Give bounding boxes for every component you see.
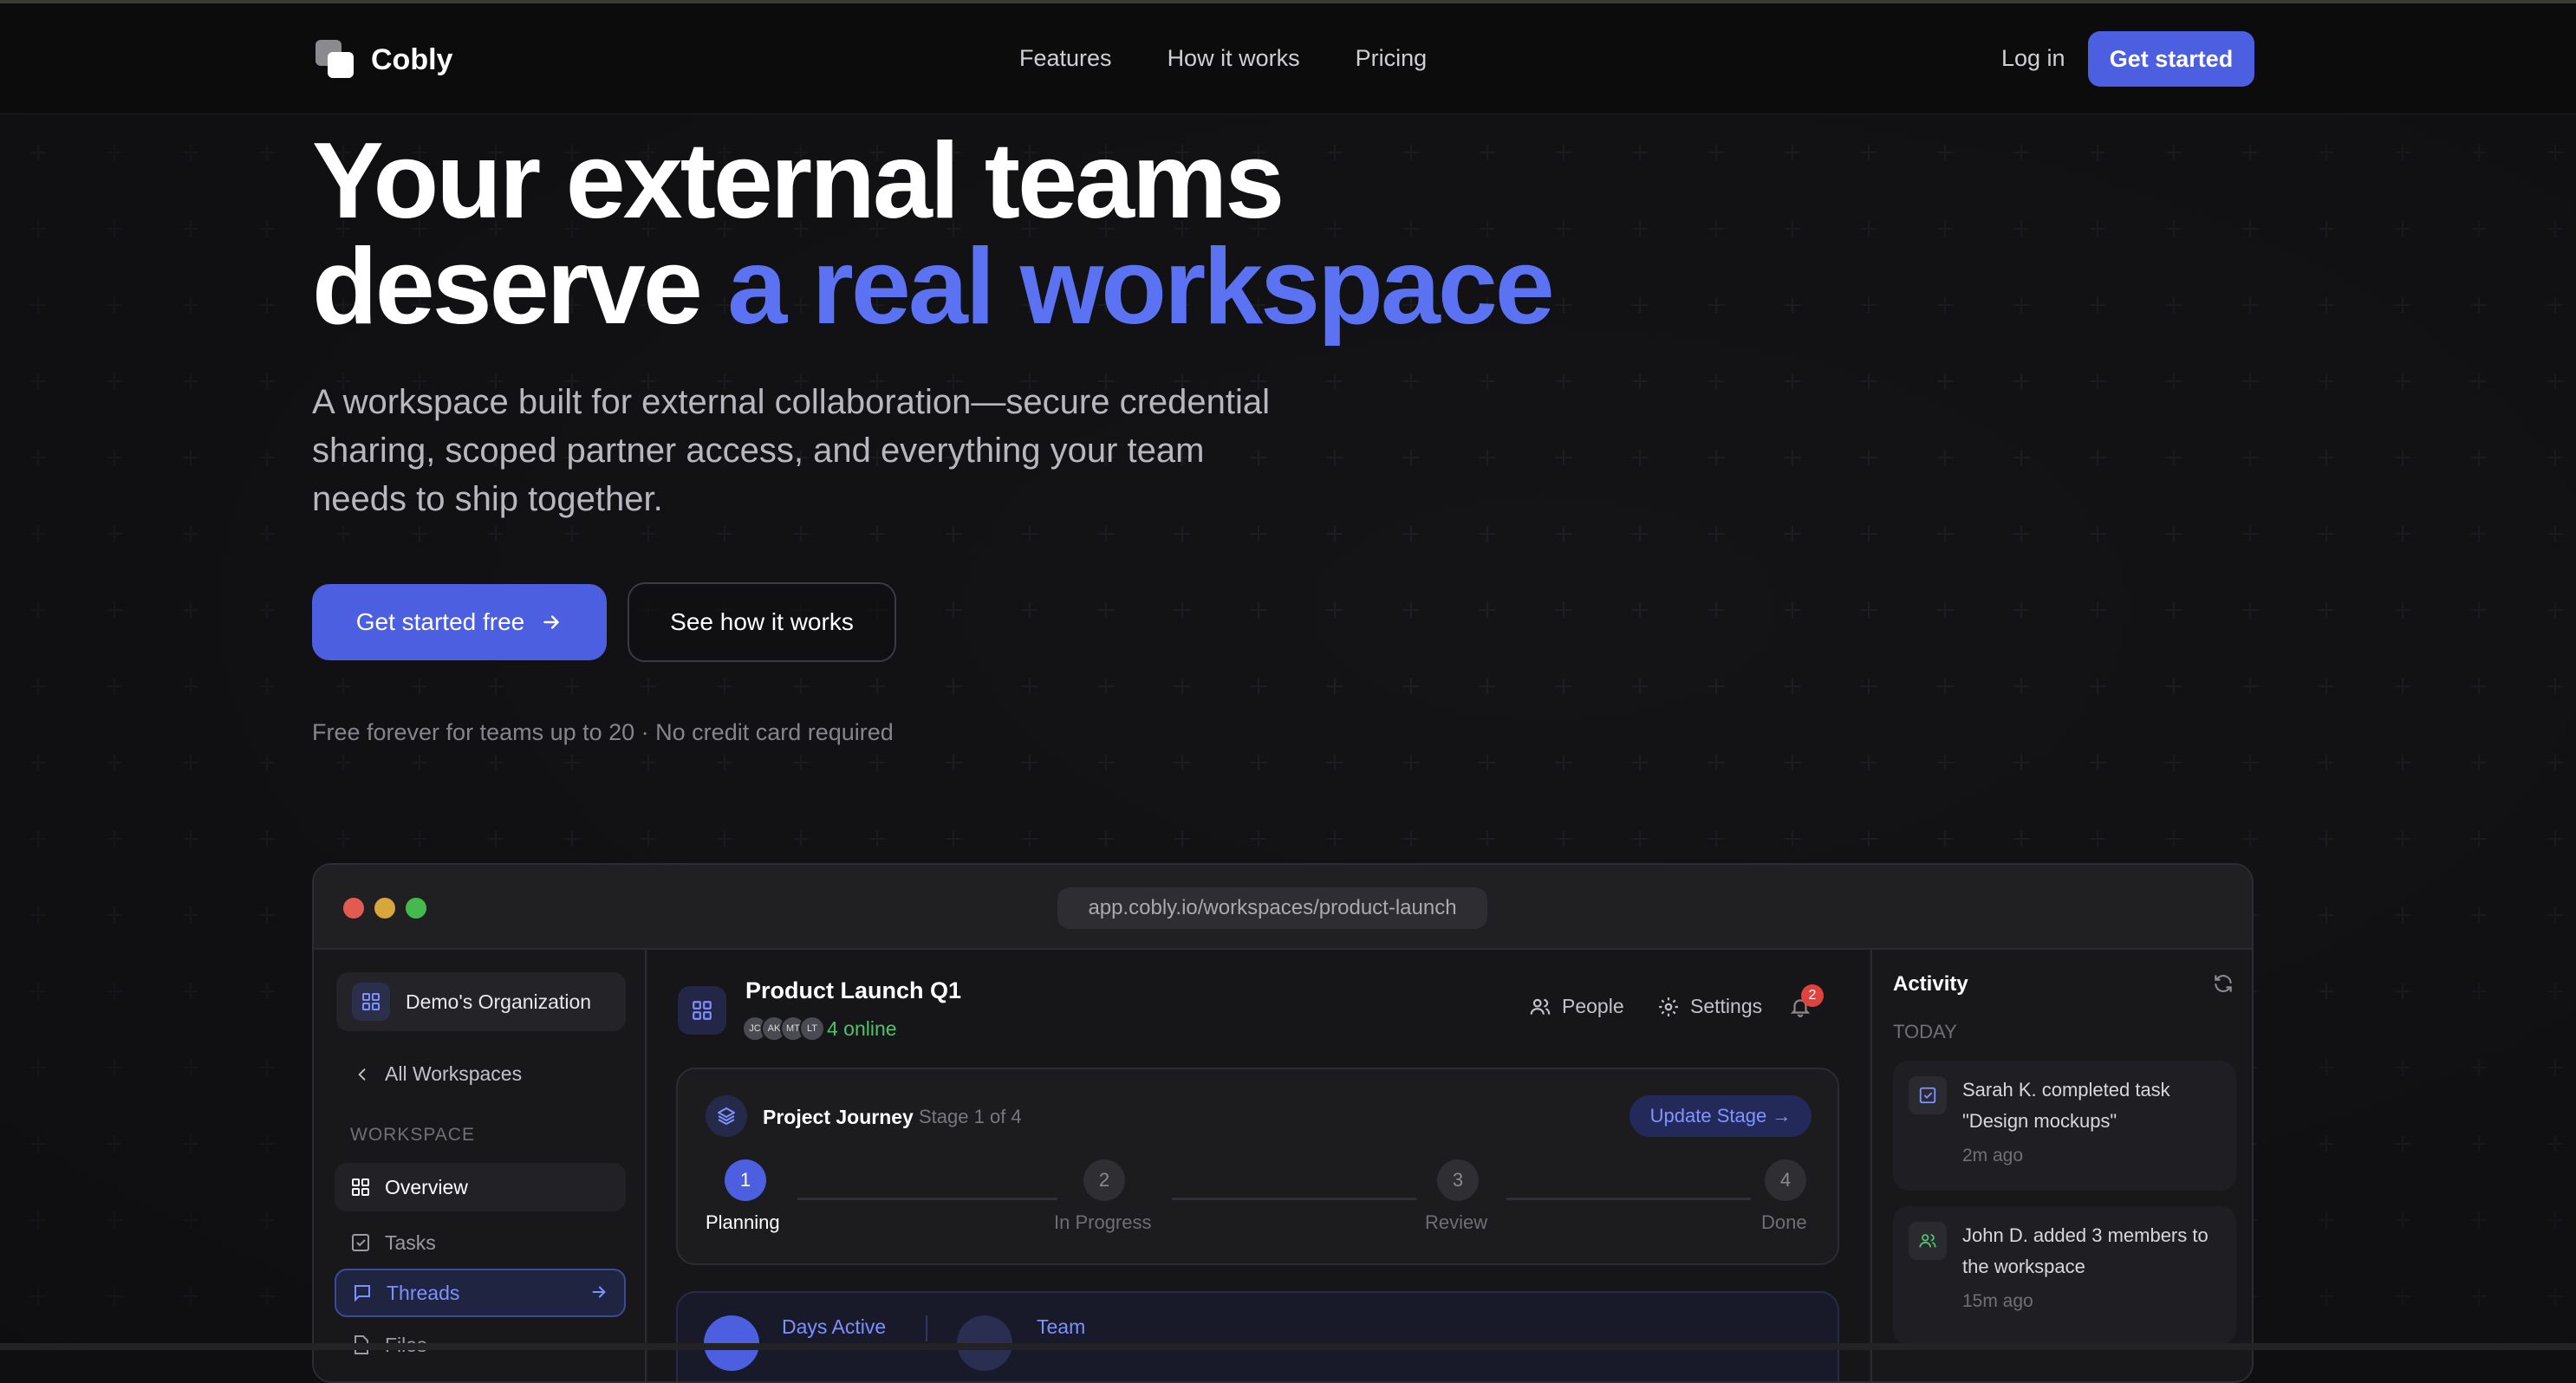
window-titlebar: app.cobly.io/workspaces/product-launch (314, 865, 2252, 950)
step-2[interactable]: 2 (1083, 1159, 1125, 1201)
step-label-planning: Planning (706, 1211, 780, 1233)
arrow-right-icon (592, 1286, 606, 1298)
see-how-it-works-button[interactable]: See how it works (628, 582, 896, 662)
journey-stage: Stage 1 of 4 (919, 1106, 1022, 1127)
login-link[interactable]: Log in (2001, 45, 2065, 72)
all-workspaces-label: All Workspaces (385, 1062, 523, 1085)
step-connector (1172, 1198, 1416, 1200)
brand-name: Cobly (371, 42, 453, 76)
activity-panel: Activity TODAY Sarah K. completed task "… (1870, 950, 2252, 1381)
task-check-icon (1909, 1076, 1947, 1114)
minimize-dot-icon (374, 898, 395, 919)
get-started-button[interactable]: Get started (2088, 31, 2254, 87)
sidebar-item-threads[interactable]: Threads (335, 1269, 626, 1317)
activity-time: 2m ago (1962, 1146, 2024, 1165)
hero-subtitle: A workspace built for external collabora… (312, 383, 1271, 518)
sidebar-item-label: Threads (387, 1281, 460, 1304)
step-connector (797, 1198, 1057, 1200)
grid-icon (678, 986, 726, 1035)
sidebar: Demo's Organization All Workspaces WORKS… (314, 950, 647, 1381)
settings-button[interactable]: Settings (1657, 995, 1762, 1018)
logo[interactable]: Cobly (315, 40, 452, 80)
activity-title: Activity (1893, 972, 1968, 996)
grid-icon (352, 1178, 369, 1196)
get-started-free-label: Get started free (355, 608, 525, 635)
app-preview-window: app.cobly.io/workspaces/product-launch D… (312, 863, 2254, 1383)
activity-item[interactable]: Sarah K. completed task "Design mockups"… (1893, 1061, 2236, 1191)
arrow-right-icon (543, 615, 560, 629)
hero-title-line1: Your external teams (312, 121, 1285, 241)
nav-links: Features How it works Pricing (1019, 45, 1427, 72)
sidebar-item-label: Tasks (385, 1230, 436, 1254)
activity-time: 15m ago (1962, 1291, 2033, 1311)
activity-text: John D. added 3 members to the workspace (1962, 1224, 2208, 1277)
online-count: 4 online (827, 1017, 897, 1040)
stats-card: Days Active Team (676, 1291, 1839, 1381)
sidebar-item-overview[interactable]: Overview (335, 1163, 626, 1211)
all-workspaces-link[interactable]: All Workspaces (354, 1062, 522, 1086)
maximize-dot-icon (406, 898, 426, 919)
section-label-workspace: WORKSPACE (350, 1125, 475, 1145)
hero-title: Your external teams deserve a real works… (312, 121, 1786, 341)
hero-title-line2: deserve a real workspace (312, 233, 1786, 341)
checkbox-icon (352, 1234, 369, 1251)
team-label: Team (1037, 1315, 1086, 1338)
people-label: People (1562, 995, 1624, 1017)
days-active-label: Days Active (782, 1315, 887, 1338)
member-avatars[interactable]: JC AK MT LT (742, 1016, 825, 1042)
nav-link-how-it-works[interactable]: How it works (1168, 45, 1300, 72)
activity-text: Sarah K. completed task "Design mockups" (1962, 1079, 2170, 1132)
notification-badge: 2 (1801, 984, 1824, 1007)
settings-label: Settings (1690, 995, 1763, 1017)
chat-icon (355, 1285, 370, 1302)
nav-link-features[interactable]: Features (1019, 45, 1112, 72)
chevron-left-icon (358, 1068, 366, 1081)
avatar: LT (799, 1016, 825, 1042)
activity-item[interactable]: John D. added 3 members to the workspace… (1893, 1206, 2236, 1345)
sidebar-item-label: Overview (385, 1175, 468, 1198)
gear-icon (1659, 997, 1678, 1016)
hero-note: Free forever for teams up to 20 · No cre… (312, 719, 894, 745)
update-stage-button[interactable]: Update Stage → (1630, 1095, 1812, 1137)
sidebar-item-tasks[interactable]: Tasks (335, 1218, 626, 1267)
hero-title-plain: deserve (312, 227, 728, 347)
step-connector (1506, 1198, 1751, 1200)
project-journey-card: Project Journey Stage 1 of 4 Update Stag… (676, 1068, 1839, 1265)
step-1[interactable]: 1 (725, 1159, 766, 1201)
workspace-title: Product Launch Q1 (745, 977, 962, 1003)
url-bar[interactable]: app.cobly.io/workspaces/product-launch (1057, 887, 1487, 929)
org-name: Demo's Organization (406, 990, 592, 1013)
step-4[interactable]: 4 (1765, 1159, 1806, 1201)
hero-title-accent: a real workspace (727, 227, 1555, 347)
logo-icon (315, 40, 355, 80)
journey-title: Project Journey (763, 1106, 914, 1128)
step-label-review: Review (1425, 1211, 1488, 1233)
step-label-in-progress: In Progress (1054, 1211, 1152, 1233)
close-dot-icon (343, 898, 364, 919)
nav-link-pricing[interactable]: Pricing (1356, 45, 1428, 72)
people-button[interactable]: People (1529, 995, 1624, 1018)
grid-icon (352, 983, 390, 1021)
activity-group-today: TODAY (1893, 1021, 1957, 1042)
get-started-free-button[interactable]: Get started free (312, 584, 607, 660)
bottom-edge (0, 1343, 2576, 1350)
top-nav: Cobly Features How it works Pricing Log … (0, 3, 2576, 114)
step-3[interactable]: 3 (1437, 1159, 1479, 1201)
stat-divider (926, 1315, 927, 1341)
refresh-icon[interactable] (2212, 972, 2234, 995)
workspace-main: Product Launch Q1 JC AK MT LT 4 online P… (648, 950, 1869, 1381)
org-switcher[interactable]: Demo's Organization (336, 972, 626, 1031)
people-icon (1909, 1222, 1947, 1260)
layers-icon (706, 1095, 747, 1137)
people-icon (1530, 998, 1551, 1015)
step-label-done: Done (1761, 1211, 1807, 1233)
